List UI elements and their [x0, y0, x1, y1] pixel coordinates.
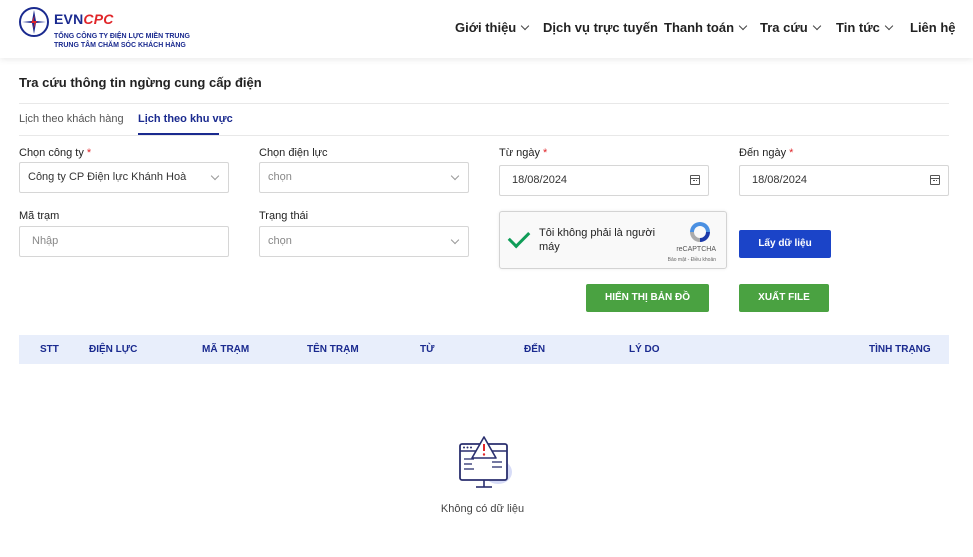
from-date-input[interactable]: 18/08/2024 [499, 165, 709, 196]
show-map-button[interactable]: HIỂN THỊ BẢN ĐỒ [586, 284, 709, 312]
nav-label: Thanh toán [664, 20, 735, 35]
column-header-stt: STT [40, 344, 59, 355]
column-header-tu: TỪ [420, 344, 435, 355]
to-date-label: Đến ngày * [739, 147, 793, 159]
divider [19, 103, 949, 104]
chevron-down-icon [450, 235, 460, 245]
no-data-icon [459, 436, 512, 488]
chevron-down-icon [812, 21, 821, 31]
station-code-input[interactable]: Nhập [19, 226, 229, 257]
company-label-text: Chọn công ty [19, 147, 84, 159]
company-select-value: Công ty CP Điện lực Khánh Hoà [28, 171, 187, 183]
column-header-den: ĐẾN [524, 344, 546, 355]
evn-logo-icon [19, 7, 49, 37]
nav-item-tra-cuu[interactable]: Tra cứu [760, 20, 821, 35]
to-date-input[interactable]: 18/08/2024 [739, 165, 949, 196]
required-mark: * [789, 147, 794, 159]
required-mark: * [86, 147, 92, 159]
calendar-icon[interactable] [930, 175, 940, 185]
export-file-button[interactable]: XUẤT FILE [739, 284, 829, 312]
brand-subtitle-1: TỔNG CÔNG TY ĐIỆN LỰC MIỀN TRUNG [54, 33, 190, 40]
chevron-down-icon [450, 171, 460, 181]
brand-evn: EVN [54, 11, 84, 27]
column-header-tinh-trang: TÌNH TRẠNG [869, 344, 931, 355]
power-unit-label: Chọn điện lực [259, 147, 328, 159]
nav-item-lien-he[interactable]: Liên hệ [910, 20, 956, 35]
calendar-icon[interactable] [690, 175, 700, 185]
company-select[interactable]: Công ty CP Điện lực Khánh Hoà [19, 162, 229, 193]
recaptcha-logo-icon [690, 222, 710, 242]
recaptcha-widget[interactable]: Tôi không phải là người máy reCAPTCHA Bả… [499, 211, 727, 269]
site-header: EVNCPC TỔNG CÔNG TY ĐIỆN LỰC MIỀN TRUNG … [0, 0, 973, 58]
from-date-value: 18/08/2024 [512, 174, 568, 186]
page-title: Tra cứu thông tin ngừng cung cấp điện [19, 75, 262, 90]
nav-item-gioi-thieu[interactable]: Giới thiệu [455, 20, 530, 35]
power-unit-select-value: chọn [268, 171, 292, 183]
chevron-down-icon [884, 21, 894, 31]
to-date-value: 18/08/2024 [752, 174, 808, 186]
station-code-label: Mã trạm [19, 210, 60, 222]
brand-subtitle-2: TRUNG TÂM CHĂM SÓC KHÁCH HÀNG [54, 42, 186, 49]
to-date-label-text: Đến ngày [739, 147, 787, 159]
nav-label: Dịch vụ trực tuyến [543, 20, 658, 35]
empty-state-text: Không có dữ liệu [440, 503, 525, 515]
from-date-label-text: Từ ngày [499, 147, 540, 159]
status-select-value: chọn [268, 235, 292, 247]
status-select[interactable]: chọn [259, 226, 469, 257]
column-header-ten-tram: TÊN TRẠM [307, 344, 359, 355]
power-unit-select[interactable]: chọn [259, 162, 469, 193]
recaptcha-links[interactable]: Bảo mật - Điều khoản [668, 257, 716, 263]
tab-lich-theo-khach-hang[interactable]: Lịch theo khách hàng [19, 113, 124, 125]
chevron-down-icon [738, 21, 748, 31]
chevron-down-icon [210, 171, 220, 181]
column-header-dien-luc: ĐIỆN LỰC [89, 344, 138, 355]
checkmark-icon[interactable] [507, 225, 531, 249]
get-data-button[interactable]: Lấy dữ liệu [739, 230, 831, 258]
company-label: Chọn công ty * [19, 147, 91, 159]
brand-cpc: CPC [83, 11, 114, 27]
nav-label: Tra cứu [760, 20, 808, 35]
status-label: Trạng thái [259, 210, 309, 222]
recaptcha-brand: reCAPTCHA [676, 246, 716, 253]
nav-item-thanh-toan[interactable]: Thanh toán [664, 20, 748, 35]
chevron-down-icon [521, 21, 530, 31]
column-header-ma-tram: MÃ TRẠM [202, 344, 250, 355]
brand-name: EVNCPC [54, 11, 114, 27]
nav-item-dich-vu[interactable]: Dịch vụ trực tuyến [543, 20, 658, 35]
required-mark: * [543, 147, 548, 159]
tab-lich-theo-khu-vuc[interactable]: Lịch theo khu vực [138, 113, 233, 125]
evncpc-logo[interactable]: EVNCPC TỔNG CÔNG TY ĐIỆN LỰC MIỀN TRUNG … [18, 4, 218, 54]
table-header: STT ĐIỆN LỰC MÃ TRẠM TÊN TRẠM TỪ ĐẾN LÝ … [19, 335, 949, 364]
tabs-divider [19, 135, 949, 136]
recaptcha-text: Tôi không phải là người máy [539, 227, 656, 253]
nav-label: Liên hệ [910, 20, 956, 35]
nav-item-tin-tuc[interactable]: Tin tức [836, 20, 894, 35]
from-date-label: Từ ngày * [499, 147, 547, 159]
nav-label: Giới thiệu [455, 20, 517, 35]
station-code-placeholder: Nhập [32, 235, 59, 247]
nav-label: Tin tức [836, 20, 880, 35]
column-header-ly-do: LÝ DO [629, 344, 660, 355]
